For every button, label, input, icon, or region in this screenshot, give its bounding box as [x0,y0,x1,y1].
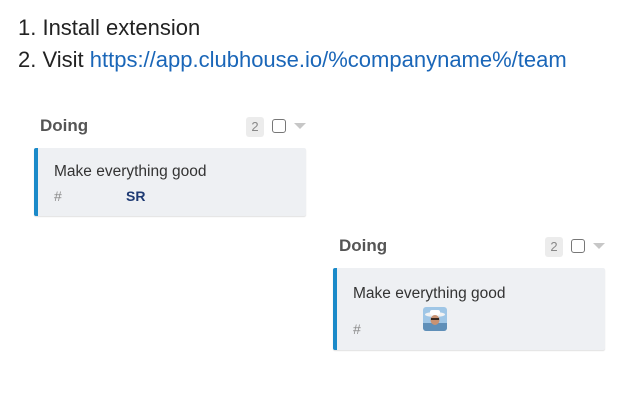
story-card[interactable]: Make everything good # [333,268,605,350]
column-count-badge: 2 [545,237,563,257]
select-all-checkbox[interactable] [272,119,286,133]
avatar-photo-icon [423,307,447,331]
step-visit-prefix: 2. Visit [18,47,90,72]
owner-initials: SR [126,188,146,204]
instructions: 1. Install extension 2. Visit https://ap… [18,12,567,76]
story-title: Make everything good [353,285,506,302]
column-doing-before: Doing 2 Make everything good # SR [34,112,306,216]
team-page-link[interactable]: https://app.clubhouse.io/%companyname%/t… [90,47,567,72]
story-title: Make everything good [54,163,207,180]
chevron-down-icon[interactable] [294,123,306,129]
column-header: Doing 2 [34,112,306,142]
column-title: Doing [339,236,388,255]
step-visit: 2. Visit https://app.clubhouse.io/%compa… [18,44,567,76]
story-id-hash: # [54,188,62,204]
column-header: Doing 2 [333,232,605,262]
column-doing-after: Doing 2 Make everything good # [333,232,605,350]
story-card[interactable]: Make everything good # SR [34,148,306,216]
story-id-hash: # [353,321,361,337]
select-all-checkbox[interactable] [571,239,585,253]
column-title: Doing [40,116,89,135]
step-install: 1. Install extension [18,15,201,40]
chevron-down-icon[interactable] [593,243,605,249]
column-count-badge: 2 [246,117,264,137]
